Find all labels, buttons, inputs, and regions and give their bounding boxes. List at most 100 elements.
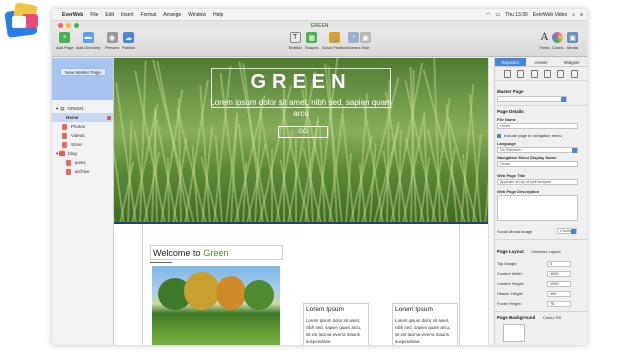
site-root[interactable]: ▾ ▤ GREEN xyxy=(52,104,113,113)
media-label: Media xyxy=(567,45,578,50)
page-background-value[interactable]: Colour Fill xyxy=(543,315,561,320)
tab-assets[interactable]: Assets xyxy=(526,58,557,66)
background-color-well[interactable] xyxy=(503,324,525,342)
welcome-heading[interactable]: Welcome to Green xyxy=(150,245,283,260)
footer-height-field[interactable]: 75 xyxy=(547,300,571,307)
scenes-button[interactable]: ◔ Scenes xyxy=(347,32,360,50)
grid-inspector-icon[interactable] xyxy=(530,69,538,78)
publish-button[interactable]: ☁ Publish xyxy=(122,32,135,50)
battery-icon[interactable]: ▭ xyxy=(495,12,500,18)
language-select[interactable]: No Selection xyxy=(497,147,578,153)
menu-clock[interactable]: Thu 13:30 xyxy=(505,12,528,18)
add-page-button[interactable]: + Add Page xyxy=(56,32,74,50)
text-column-2[interactable]: Lorem Ipsum Lorem ipsum dolor sit amet, … xyxy=(392,303,458,345)
sidebar-item-blog[interactable]: ▾ blog xyxy=(52,149,113,158)
park-photo[interactable] xyxy=(152,266,280,345)
menu-edit[interactable]: Edit xyxy=(105,12,114,18)
menu-format[interactable]: Format xyxy=(141,12,157,18)
inspector-tabs: Inspector Assets Widgets xyxy=(495,58,587,67)
fonts-label: Fonts xyxy=(539,45,550,50)
tab-widgets[interactable]: Widgets xyxy=(556,58,587,66)
column-body: Lorem ipsum dolor sit amet, nibh sed, sa… xyxy=(306,318,362,344)
content-height-label: Content Height: xyxy=(497,281,525,286)
content-area: Welcome to Green Lorem Ipsum Lorem ipsum… xyxy=(142,224,460,345)
layout-inspector-icon[interactable] xyxy=(517,69,525,78)
settings-gear-icon[interactable] xyxy=(570,69,578,78)
sidebar-item-home[interactable]: Home xyxy=(52,113,113,122)
hide-button[interactable]: ▣ Hide xyxy=(360,32,371,50)
list-icon[interactable]: ≡ xyxy=(580,12,583,18)
eye-icon: ◉ xyxy=(106,32,118,43)
include-nav-checkbox[interactable] xyxy=(497,133,501,138)
include-nav-row[interactable]: Include page in navigation menu xyxy=(497,133,562,138)
scroll-position-button[interactable]: ⚓ Scroll Position xyxy=(322,32,347,50)
close-window-button[interactable] xyxy=(58,23,63,28)
wifi-icon[interactable]: ◠ xyxy=(486,12,490,18)
photo-tree xyxy=(216,276,246,310)
text-column-1[interactable]: Lorem Ipsum Lorem ipsum dolor sit amet, … xyxy=(303,303,369,345)
disclosure-triangle-icon[interactable]: ▾ xyxy=(56,106,58,112)
tab-inspector[interactable]: Inspector xyxy=(495,58,526,66)
sidebar-item-videos[interactable]: Videos xyxy=(52,131,113,140)
menu-help[interactable]: Help xyxy=(213,12,223,18)
sidebar-item-archive[interactable]: archive xyxy=(52,167,113,176)
content-width-field[interactable]: 1000 xyxy=(547,270,571,277)
welcome-accent: Green xyxy=(203,247,229,258)
master-page-select[interactable] xyxy=(497,96,567,102)
everweb-dock-icon[interactable] xyxy=(4,2,42,38)
home-page-marker-icon xyxy=(107,115,111,120)
menu-window[interactable]: Window xyxy=(188,12,206,18)
file-name-field[interactable]: Home xyxy=(497,123,578,129)
web-desc-field[interactable] xyxy=(497,195,578,221)
hide-label: Hide xyxy=(361,45,370,50)
search-icon[interactable]: ⌕ xyxy=(572,12,575,18)
shapes-button[interactable]: ▦ Shapes xyxy=(305,32,319,50)
hero-title[interactable]: GREEN xyxy=(211,71,391,94)
menu-file[interactable]: File xyxy=(90,12,98,18)
sidebar-item-store[interactable]: Store xyxy=(52,140,113,149)
menu-app-name[interactable]: EverWeb xyxy=(62,12,83,18)
social-image-choose-button[interactable]: Choose... xyxy=(557,228,577,234)
menu-insert[interactable]: Insert xyxy=(121,12,134,18)
menu-arrange[interactable]: Arrange xyxy=(163,12,181,18)
sidebar-item-label: archive xyxy=(75,169,90,174)
sidebar-item-label: posts xyxy=(75,160,86,165)
fonts-icon: A xyxy=(540,32,549,43)
grass-blade xyxy=(115,82,137,224)
divider xyxy=(495,239,587,240)
media-icon: ▣ xyxy=(567,32,578,43)
top-margin-field[interactable]: 0 xyxy=(547,260,571,267)
colors-button[interactable]: Colors xyxy=(552,32,564,50)
page-canvas[interactable]: GREEN Lorem ipsum dolor sit amet, nibh s… xyxy=(114,58,488,345)
header-height-field[interactable]: 100 xyxy=(547,290,571,297)
media-button[interactable]: ▣ Media xyxy=(567,32,578,50)
link-inspector-icon[interactable] xyxy=(557,69,565,78)
minimize-window-button[interactable] xyxy=(66,23,71,28)
content-width-row: Content Width: 1000 xyxy=(497,270,583,277)
zoom-window-button[interactable] xyxy=(74,23,79,28)
sidebar-item-photos[interactable]: Photos xyxy=(52,122,113,131)
content-width-label: Content Width: xyxy=(497,271,523,276)
fonts-button[interactable]: A Fonts xyxy=(539,32,550,50)
language-label: Language xyxy=(497,141,516,146)
disclosure-triangle-icon[interactable]: ▾ xyxy=(56,151,58,157)
new-master-page-button[interactable]: New Master Page xyxy=(60,68,106,76)
page-sidebar: New Master Page ▾ ▤ GREEN Home Photos Vi… xyxy=(52,58,114,345)
shapes-label: Shapes xyxy=(305,45,319,50)
text-inspector-icon[interactable] xyxy=(544,69,552,78)
preview-button[interactable]: ◉ Preview xyxy=(105,32,119,50)
hero-subtitle[interactable]: Lorem ipsum dolor sit amet, nibh sed, sa… xyxy=(209,97,393,119)
page-layout-value[interactable]: Centered Layout xyxy=(531,249,561,254)
add-directory-button[interactable]: ▬ Add Directory xyxy=(76,32,100,50)
go-button[interactable]: GO xyxy=(278,126,328,138)
folder-icon: ▬ xyxy=(82,32,94,43)
menu-user[interactable]: EverWeb Video xyxy=(533,12,568,18)
nav-display-field[interactable]: Home xyxy=(497,161,578,167)
web-title-field[interactable]: Appears at top of web browser xyxy=(497,179,578,185)
textbox-button[interactable]: T TextBox xyxy=(288,32,302,50)
sidebar-item-posts[interactable]: posts xyxy=(52,158,113,167)
content-height-field[interactable]: 1000 xyxy=(547,280,571,287)
header-height-row: Header Height: 100 xyxy=(497,290,583,297)
page-inspector-icon[interactable] xyxy=(504,69,512,78)
inspector-icon-bar xyxy=(495,67,587,81)
